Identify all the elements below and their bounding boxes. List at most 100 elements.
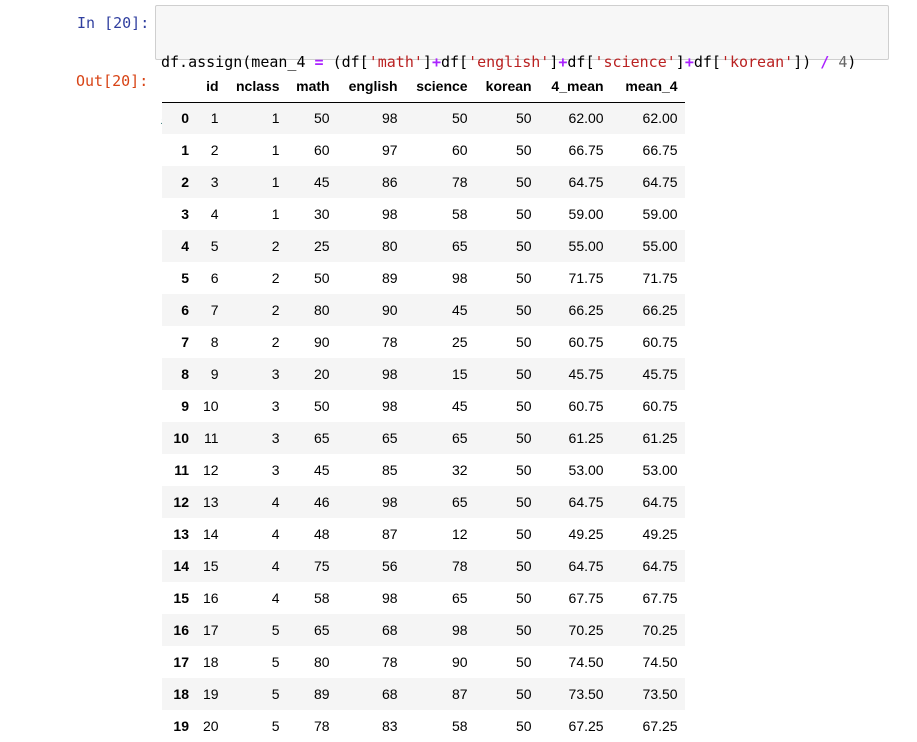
table-cell: 50: [516, 558, 532, 574]
table-cell: 50: [516, 526, 532, 542]
table-cell: 18: [203, 654, 219, 670]
table-row: 4 5 2 25 80 65 50 55.00 55.00: [162, 230, 685, 262]
table-header-row: id nclass math english science korean 4_mean me…: [162, 70, 685, 103]
table-cell: 60: [452, 142, 468, 158]
table-cell: 1: [210, 110, 219, 127]
table-cell: 2: [210, 142, 219, 158]
table-cell: 65: [382, 430, 398, 446]
table-cell: 53.00: [642, 462, 678, 478]
row-index: 18: [173, 686, 189, 702]
code-token: 'science': [594, 53, 676, 71]
row-index: 16: [173, 622, 189, 638]
code-token: df.assign(mean_4: [161, 53, 315, 71]
table-row: 10 11 3 65 65 65 50 61.25 61.25: [162, 422, 685, 454]
table-cell: 10: [203, 398, 219, 414]
table-cell: 16: [203, 590, 219, 606]
table-cell: 50: [516, 206, 532, 222]
table-cell: 64.75: [568, 494, 604, 510]
code-line-1: df.assign(mean_4 = (df['math']+df['engli…: [161, 52, 856, 72]
table-cell: 20: [314, 366, 330, 382]
table-cell: 67.25: [642, 718, 678, 734]
table-cell: 61.25: [642, 430, 678, 446]
table-cell: 8: [210, 334, 219, 350]
table-cell: 86: [382, 174, 398, 190]
table-cell: 6: [210, 270, 219, 286]
row-index: 5: [181, 270, 189, 286]
table-cell: 25: [452, 334, 468, 350]
table-cell: 50: [516, 622, 532, 638]
table-cell: 1: [271, 142, 280, 158]
table-cell: 4: [210, 206, 219, 222]
code-token: +: [684, 53, 694, 71]
table-cell: 65: [452, 494, 468, 510]
table-cell: 48: [314, 526, 330, 542]
table-cell: 65: [452, 430, 468, 446]
code-token: ): [847, 53, 857, 71]
table-cell: 98: [452, 270, 468, 286]
table-row: 6 7 2 80 90 45 50 66.25 66.25: [162, 294, 685, 326]
table-row: 5 6 2 50 89 98 50 71.75 71.75: [162, 262, 685, 294]
table-cell: 98: [382, 206, 398, 222]
table-cell: 74.50: [642, 654, 678, 670]
table-cell: 80: [314, 654, 330, 670]
table-cell: 50: [516, 686, 532, 702]
table-cell: 20: [203, 718, 219, 734]
table-cell: 58: [314, 590, 330, 606]
table-row: 14 15 4 75 56 78 50 64.75 64.75: [162, 550, 685, 582]
table-cell: 85: [382, 462, 398, 478]
table-cell: 64.75: [642, 558, 678, 574]
table-cell: 19: [203, 686, 219, 702]
code-token: +: [431, 53, 441, 71]
table-row: 0 1 1 50 98 50 50 62.00 62.00: [162, 102, 685, 134]
table-cell: 62.00: [568, 110, 604, 127]
table-cell: 98: [382, 366, 398, 382]
row-index: 7: [181, 334, 189, 350]
table-cell: 65: [314, 622, 330, 638]
row-index: 12: [173, 494, 189, 510]
table-cell: 98: [382, 590, 398, 606]
table-row: 1 2 1 60 97 60 50 66.75 66.75: [162, 134, 685, 166]
table-cell: 50: [516, 398, 532, 414]
table-row: 13 14 4 48 87 12 50 49.25 49.25: [162, 518, 685, 550]
table-cell: 50: [516, 174, 532, 190]
code-token: ]: [675, 53, 685, 71]
table-cell: 3: [271, 398, 280, 414]
code-token: df[: [693, 53, 721, 71]
table-cell: 65: [314, 430, 330, 446]
table-cell: 90: [314, 334, 330, 350]
code-input-area[interactable]: df.assign(mean_4 = (df['math']+df['engli…: [155, 5, 889, 131]
table-cell: 50: [516, 590, 532, 606]
table-cell: 59.00: [568, 206, 604, 222]
table-cell: 12: [203, 462, 219, 478]
table-cell: 64.75: [568, 558, 604, 574]
table-cell: 89: [382, 270, 398, 286]
table-cell: 5: [271, 718, 280, 734]
table-cell: 4: [271, 558, 280, 574]
table-row: 15 16 4 58 98 65 50 67.75 67.75: [162, 582, 685, 614]
output-prompt: Out[20]:: [76, 72, 149, 90]
table-cell: 59.00: [642, 206, 678, 222]
table-cell: 45: [314, 462, 330, 478]
column-header-korean: korean: [474, 70, 539, 103]
table-cell: 32: [452, 462, 468, 478]
table-row: 17 18 5 80 78 90 50 74.50 74.50: [162, 646, 685, 678]
column-header-mean_4: mean_4: [610, 70, 685, 103]
row-index: 13: [173, 526, 189, 542]
table-cell: 67.25: [568, 718, 604, 734]
table-cell: 87: [452, 686, 468, 702]
column-header-id: id: [196, 70, 226, 103]
table-cell: 60.75: [642, 334, 678, 350]
table-cell: 5: [210, 238, 219, 254]
code-token: 'english': [468, 53, 550, 71]
table-cell: 66.25: [568, 302, 604, 318]
row-index: 19: [173, 718, 189, 734]
table-cell: 4: [271, 494, 280, 510]
column-header-nclass: nclass: [225, 70, 287, 103]
row-index: 8: [181, 366, 189, 382]
table-cell: 65: [452, 590, 468, 606]
table-cell: 83: [382, 718, 398, 734]
table-cell: 50: [516, 142, 532, 158]
table-cell: 46: [314, 494, 330, 510]
table-cell: 78: [314, 718, 330, 734]
table-cell: 60.75: [568, 398, 604, 414]
